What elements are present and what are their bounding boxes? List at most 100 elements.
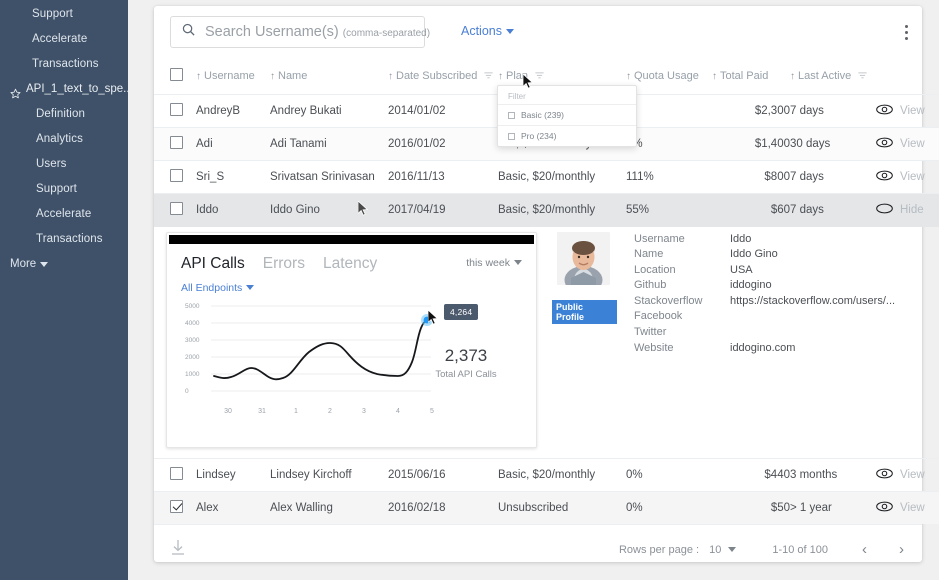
cell-username: Alex xyxy=(196,501,219,514)
time-range-dropdown[interactable]: this week xyxy=(466,257,522,269)
endpoints-dropdown[interactable]: All Endpoints xyxy=(181,282,255,294)
select-all-checkbox[interactable] xyxy=(170,68,183,81)
sidebar-item-support-top[interactable]: Support xyxy=(0,2,128,27)
users-card: Search Username(s) (comma-separated) Act… xyxy=(154,6,939,562)
sidebar-item-transactions[interactable]: Transactions xyxy=(0,227,128,252)
table-body-bottom: Lindsey Lindsey Kirchoff 2015/06/16 Basi… xyxy=(154,458,939,524)
cell-total-paid: $1,400 xyxy=(754,138,790,150)
cell-last-active: > 1 year xyxy=(790,501,832,514)
eye-open-icon xyxy=(876,468,893,482)
column-last-active[interactable]: ↑ Last Active xyxy=(790,62,876,95)
sidebar-item-support[interactable]: Support xyxy=(0,177,128,202)
table-row[interactable]: Lindsey Lindsey Kirchoff 2015/06/16 Basi… xyxy=(154,458,939,491)
view-action-button[interactable]: View xyxy=(876,501,939,515)
cell-last-active: 30 days xyxy=(790,138,831,150)
cell-date: 2017/04/19 xyxy=(388,204,446,217)
table-row-selected[interactable]: Alex Alex Walling 2016/02/18 Unsubscribe… xyxy=(154,491,939,524)
rows-per-page-select[interactable]: 10 xyxy=(709,544,737,556)
profile-key-name: Name xyxy=(634,248,664,261)
filter-icon[interactable] xyxy=(484,70,493,82)
user-profile-panel: Public Profile Username Iddo Name Iddo G… xyxy=(552,231,895,356)
row-checkbox[interactable] xyxy=(170,202,183,216)
tab-latency[interactable]: Latency xyxy=(323,255,377,273)
chevron-left-icon[interactable]: ‹ xyxy=(862,541,867,558)
action-label: View xyxy=(900,171,925,183)
profile-key-github: Github xyxy=(634,279,667,292)
svg-text:2: 2 xyxy=(328,408,332,415)
cell-quota xyxy=(626,95,712,128)
search-icon xyxy=(181,22,196,42)
chevron-right-icon[interactable]: › xyxy=(899,541,904,558)
public-profile-badge[interactable]: Public Profile xyxy=(552,299,617,324)
row-checkbox[interactable] xyxy=(170,499,183,513)
table-row-expanded[interactable]: Iddo Iddo Gino 2017/04/19 Basic, $20/mon… xyxy=(154,193,939,227)
view-action-button[interactable]: View xyxy=(876,170,939,184)
cell-plan: Unsubscribed xyxy=(498,501,569,514)
sort-asc-icon: ↑ xyxy=(790,70,795,82)
column-date-subscribed[interactable]: ↑ Date Subscribed xyxy=(388,62,498,95)
mouse-cursor-icon xyxy=(522,73,534,94)
sidebar-item-transactions-top[interactable]: Transactions xyxy=(0,52,128,77)
sort-asc-icon: ↑ xyxy=(626,70,631,82)
profile-value-stackoverflow[interactable]: https://stackoverflow.com/users/... xyxy=(730,294,895,309)
column-quota-usage[interactable]: ↑ Quota Usage xyxy=(626,62,712,95)
more-vertical-icon[interactable] xyxy=(905,25,908,40)
page-area: Search Username(s) (comma-separated) Act… xyxy=(128,0,939,580)
view-action-button[interactable]: View xyxy=(876,137,939,151)
sort-asc-icon: ↑ xyxy=(388,70,393,82)
column-total-paid[interactable]: ↑ Total Paid xyxy=(712,62,790,95)
chevron-down-icon xyxy=(506,28,514,34)
profile-value-name: Iddo Gino xyxy=(730,248,778,261)
profile-key-facebook: Facebook xyxy=(634,310,683,323)
toolbar: Search Username(s) (comma-separated) Act… xyxy=(154,6,922,62)
row-checkbox[interactable] xyxy=(170,466,183,480)
view-action-button[interactable]: View xyxy=(876,104,939,118)
row-checkbox[interactable] xyxy=(170,136,183,149)
tab-api-calls[interactable]: API Calls xyxy=(181,255,245,273)
column-username-label: Username xyxy=(204,70,255,83)
total-api-calls-value: 2,373 xyxy=(444,345,488,365)
chart-x-ticks: 30 31 1 2 3 4 5 xyxy=(224,408,434,415)
cell-name: Andrey Bukati xyxy=(270,105,342,117)
column-name[interactable]: ↑ Name xyxy=(270,62,388,95)
profile-key-stackoverflow: Stackoverflow xyxy=(634,294,703,307)
sidebar-more-button[interactable]: More xyxy=(0,252,128,277)
cell-username: Adi xyxy=(196,138,213,150)
tab-errors[interactable]: Errors xyxy=(263,255,305,273)
sidebar-item-accelerate-top[interactable]: Accelerate xyxy=(0,27,128,52)
users-table-bottom: Lindsey Lindsey Kirchoff 2015/06/16 Basi… xyxy=(154,458,939,524)
filter-checkbox[interactable] xyxy=(508,111,515,119)
cell-name: Lindsey Kirchoff xyxy=(270,468,352,481)
row-checkbox[interactable] xyxy=(170,103,183,116)
download-icon[interactable] xyxy=(170,539,186,561)
filter-option-pro[interactable]: Pro (234) xyxy=(498,125,636,146)
expanded-detail-panel: API Calls Errors Latency this week All E… xyxy=(154,226,922,458)
actions-dropdown[interactable]: Actions xyxy=(461,24,514,38)
column-date-label: Date Subscribed xyxy=(396,70,478,83)
cell-plan: Basic, $20/monthly xyxy=(498,204,596,217)
cell-total-paid: $60 xyxy=(770,204,790,217)
sidebar-api-label: API_1_text_to_spe... xyxy=(26,83,133,95)
sidebar-item-definition[interactable]: Definition xyxy=(0,102,128,127)
hide-action-button[interactable]: Hide xyxy=(876,203,939,217)
column-username[interactable]: ↑ Username xyxy=(196,62,270,95)
chart-tooltip: 4,264 xyxy=(444,303,479,320)
search-input[interactable]: Search Username(s) (comma-separated) xyxy=(170,16,430,48)
column-paid-label: Total Paid xyxy=(720,70,769,83)
view-action-button[interactable]: View xyxy=(876,468,939,482)
eye-open-icon xyxy=(876,501,893,515)
profile-value-website[interactable]: iddogino.com xyxy=(730,341,895,356)
column-select-all[interactable] xyxy=(154,62,196,95)
row-checkbox[interactable] xyxy=(170,169,183,182)
pagination: Rows per page : 10 1-10 of 100 ‹ › xyxy=(619,541,904,558)
filter-icon[interactable] xyxy=(858,70,867,82)
table-row[interactable]: Sri_S Srivatsan Srinivasan 2016/11/13 Ba… xyxy=(154,160,939,194)
filter-checkbox[interactable] xyxy=(508,132,515,140)
sidebar-item-analytics[interactable]: Analytics xyxy=(0,127,128,152)
sidebar-item-accelerate[interactable]: Accelerate xyxy=(0,202,128,227)
sidebar-item-users[interactable]: Users xyxy=(0,152,128,177)
cell-plan: Basic, $20/monthly xyxy=(498,468,596,481)
sidebar-item-api-group[interactable]: API_1_text_to_spe... xyxy=(0,77,133,102)
filter-option-basic[interactable]: Basic (239) xyxy=(498,104,636,125)
filter-icon[interactable] xyxy=(535,70,544,82)
